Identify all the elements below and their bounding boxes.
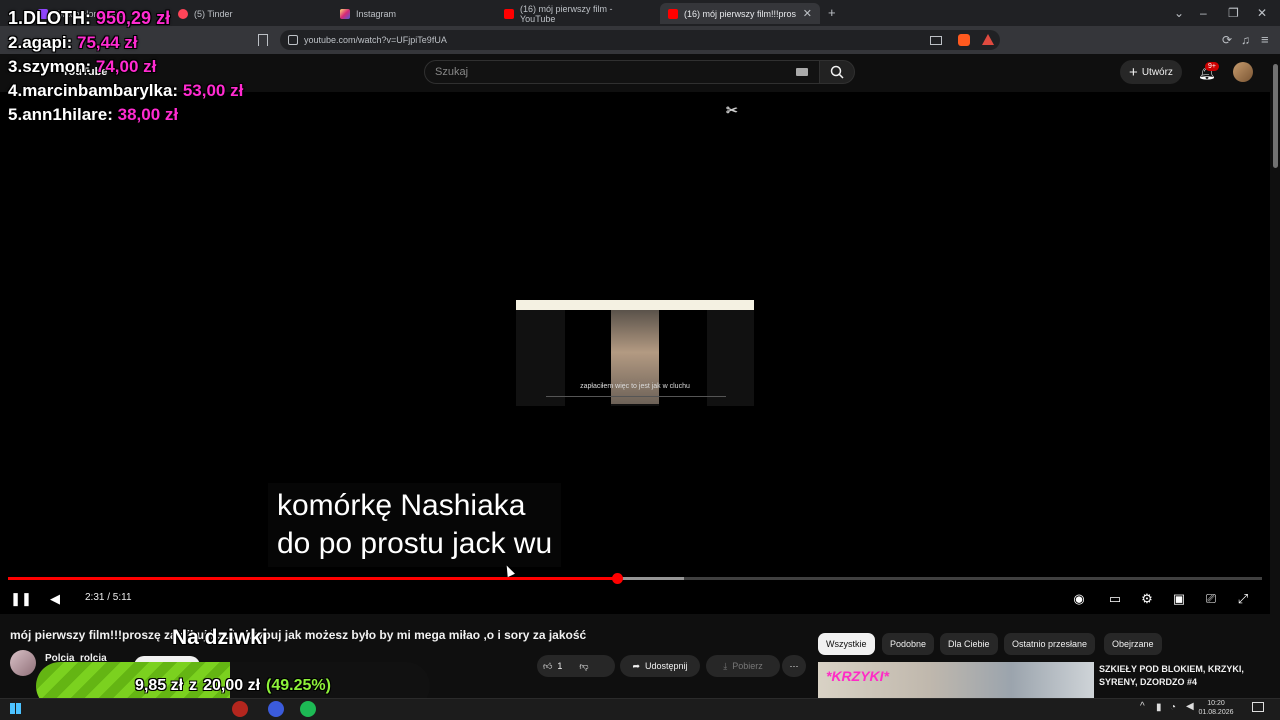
fullscreen-icon[interactable]: ⤢ bbox=[1234, 590, 1252, 608]
progress-played bbox=[8, 577, 618, 580]
windows-taskbar bbox=[0, 698, 1280, 720]
tray-expand-icon[interactable]: ^ bbox=[1140, 701, 1145, 712]
like-count: 1 bbox=[557, 661, 563, 671]
notification-center-icon[interactable] bbox=[1252, 702, 1264, 712]
bookmark-icon[interactable] bbox=[258, 34, 268, 46]
youtube-favicon-icon bbox=[504, 8, 514, 19]
inner-video-caption: zapłaciłem więc to jest jak w cluchu bbox=[580, 383, 690, 390]
brave-shield-icon[interactable] bbox=[958, 34, 970, 46]
like-dislike-group: 👍︎ 1 👎︎ bbox=[537, 655, 615, 677]
theater-mode-icon[interactable]: ▣ bbox=[1170, 590, 1188, 608]
minimize-icon[interactable]: – bbox=[1200, 6, 1207, 20]
tab-tinder[interactable]: (5) Tinder bbox=[170, 3, 325, 24]
subtitles-icon[interactable]: ▭ bbox=[1106, 590, 1124, 608]
close-tab-icon[interactable]: ✕ bbox=[803, 7, 812, 20]
video-subtitles: komórkę Nashiaka do po prostu jack wu bbox=[268, 483, 562, 567]
plus-icon: + bbox=[1129, 63, 1138, 81]
leaderboard-row-2: 2.agapi: 75,44 zł bbox=[8, 33, 138, 52]
leaderboard-row-5: 5.ann1hilare: 38,00 zł bbox=[8, 105, 179, 124]
extensions-icon[interactable]: ⟳ bbox=[1222, 33, 1232, 47]
inner-video-progress bbox=[546, 396, 726, 397]
keyboard-icon[interactable] bbox=[796, 68, 808, 76]
thumbnail-text: *KRZYKI* bbox=[826, 668, 890, 684]
taskbar-clock[interactable]: 10:20 01.08.2026 bbox=[1198, 699, 1234, 717]
goal-title: Na dziwki bbox=[172, 626, 268, 649]
windows-start-icon[interactable] bbox=[10, 703, 21, 714]
inner-video-right-band bbox=[659, 310, 707, 406]
download-button[interactable]: ⤓ Pobierz bbox=[706, 655, 780, 677]
thumbs-up-icon[interactable]: 👍︎ bbox=[543, 661, 552, 672]
search-icon bbox=[830, 65, 844, 79]
share-icon: ➦ bbox=[632, 660, 640, 671]
notification-badge: 9+ bbox=[1205, 62, 1219, 71]
search-input[interactable]: Szukaj bbox=[424, 60, 820, 84]
youtube-favicon-icon bbox=[668, 8, 678, 19]
tab-instagram[interactable]: Instagram bbox=[332, 3, 492, 24]
tab-youtube-active[interactable]: (16) mój pierwszy film!!!prosz ✕ bbox=[660, 3, 820, 24]
taskbar-spotify-icon[interactable] bbox=[300, 701, 316, 717]
new-tab-button[interactable]: + bbox=[828, 5, 836, 20]
media-control-icon[interactable]: ♫ bbox=[1241, 33, 1250, 47]
video-time: 2:31 / 5:11 bbox=[85, 592, 132, 603]
chip-related[interactable]: Podobne bbox=[882, 633, 935, 655]
chip-for-you[interactable]: Dla Ciebie bbox=[940, 633, 998, 655]
brave-rewards-icon[interactable] bbox=[982, 34, 994, 45]
chip-recently-uploaded[interactable]: Ostatnio przesłane bbox=[1004, 633, 1096, 655]
chip-all[interactable]: Wszystkie bbox=[818, 633, 875, 655]
pause-icon[interactable]: ❚❚ bbox=[10, 590, 32, 608]
taskbar-app-icon[interactable] bbox=[232, 701, 248, 717]
channel-avatar[interactable] bbox=[10, 650, 36, 676]
search-button[interactable] bbox=[819, 60, 855, 84]
recommended-thumbnail[interactable]: *KRZYKI* bbox=[818, 662, 1094, 698]
settings-gear-icon[interactable]: ⚙︎ bbox=[1138, 590, 1156, 608]
tab-search-icon[interactable]: ⌄ bbox=[1174, 6, 1184, 20]
recommended-title[interactable]: SZKIEŁY POD BLOKIEM, KRZYKI, SYRENY, DZO… bbox=[1099, 663, 1249, 689]
share-button[interactable]: ➦ Udostępnij bbox=[620, 655, 700, 677]
create-button[interactable]: + Utwórz bbox=[1120, 60, 1182, 84]
leaderboard-row-1: 1.DLOTH: 950,29 zł bbox=[8, 8, 171, 28]
account-avatar[interactable] bbox=[1233, 62, 1253, 82]
cast-icon[interactable]: ⎚ bbox=[1202, 590, 1220, 608]
autoplay-toggle-icon[interactable]: ◉ bbox=[1070, 590, 1088, 608]
cast-page-icon[interactable] bbox=[930, 36, 942, 45]
tray-volume-icon[interactable]: ◀︎ bbox=[1186, 701, 1194, 712]
chip-watched[interactable]: Obejrzane bbox=[1104, 633, 1162, 655]
url-bar[interactable]: youtube.com/watch?v=UFjpiTe9fUA bbox=[280, 30, 1000, 50]
scrollbar-thumb[interactable] bbox=[1273, 64, 1278, 168]
tray-network-icon[interactable]: ◔ bbox=[1170, 702, 1176, 713]
volume-icon[interactable]: ◀︎ bbox=[46, 590, 64, 608]
leaderboard-row-3: 3.szymon: 74,00 zł bbox=[8, 57, 157, 76]
close-window-icon[interactable]: ✕ bbox=[1257, 6, 1267, 20]
more-actions-icon[interactable]: ⋯ bbox=[782, 655, 806, 677]
thumbs-down-icon[interactable]: 👎︎ bbox=[579, 661, 588, 672]
menu-icon[interactable]: ≡ bbox=[1261, 32, 1269, 47]
download-icon: ⤓ bbox=[723, 660, 728, 671]
maximize-icon[interactable]: ❐ bbox=[1228, 6, 1239, 20]
capcut-watermark-icon: ✂ bbox=[726, 102, 738, 118]
instagram-favicon-icon bbox=[340, 8, 350, 19]
tray-battery-icon[interactable]: ▮ bbox=[1156, 702, 1162, 713]
site-info-icon[interactable] bbox=[288, 35, 298, 45]
video-title: mój pierwszy film!!!proszę zalajkuj i su… bbox=[10, 628, 587, 642]
leaderboard-row-4: 4.marcinbambarylka: 53,00 zł bbox=[8, 81, 244, 100]
taskbar-app-icon[interactable] bbox=[268, 701, 284, 717]
tab-youtube-1[interactable]: (16) mój pierwszy film - YouTube bbox=[496, 3, 656, 24]
tinder-favicon-icon bbox=[178, 8, 188, 19]
inner-video-left-band bbox=[565, 310, 611, 406]
